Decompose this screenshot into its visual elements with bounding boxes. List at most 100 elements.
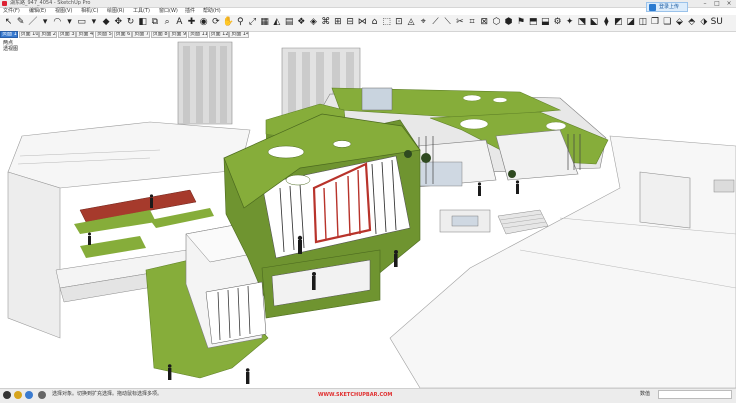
scene-tab[interactable]: 页面 8	[150, 31, 169, 38]
measurements-input[interactable]	[658, 390, 732, 399]
tool-plugin-button[interactable]: ⟍	[442, 17, 453, 28]
tool-plugin-button[interactable]: ⊡	[393, 17, 404, 28]
geo-location-icon[interactable]	[3, 391, 11, 399]
tool-plugin-button[interactable]: ◫	[637, 17, 648, 28]
tool-paint-button[interactable]: ◉	[198, 17, 209, 28]
tool-plugin-button[interactable]: ✦	[564, 17, 575, 28]
credits-icon[interactable]	[14, 391, 22, 399]
tool-plugin-button[interactable]: ⌘	[320, 17, 331, 28]
plugin-icon: ⚙	[553, 17, 562, 27]
tool-plugin-button[interactable]: ⬙	[674, 17, 685, 28]
tool-dropdown-button[interactable]: ▾	[64, 17, 75, 28]
scene-tab[interactable]: 页面 9	[169, 31, 188, 38]
scene-tab[interactable]: 页面 12	[208, 31, 229, 38]
tool-plugin-button[interactable]: ⬚	[381, 17, 392, 28]
tool-plugin-button[interactable]: ⊞	[332, 17, 343, 28]
tool-line-button[interactable]: ／	[27, 17, 38, 28]
tool-plugin-button[interactable]: ⧫	[601, 17, 612, 28]
tool-plugin-button[interactable]: ❐	[650, 17, 661, 28]
tool-plugin-button[interactable]: ⌖	[418, 17, 429, 28]
tool-plugin-button[interactable]: ⬗	[698, 17, 709, 28]
tool-tape-button[interactable]: ⌕	[162, 17, 173, 28]
tool-plugin-button[interactable]: ⟋	[430, 17, 441, 28]
tool-plugin-button[interactable]: ⬔	[576, 17, 587, 28]
scene-tab[interactable]: 页面 11	[188, 31, 208, 38]
tool-plugin-button[interactable]: ◩	[613, 17, 624, 28]
tool-plugin-button[interactable]: ⚙	[552, 17, 563, 28]
tool-offset-button[interactable]: ⧉	[149, 17, 160, 28]
plugin-icon: ⌂	[371, 17, 378, 27]
tool-plugin-button[interactable]: ⬒	[528, 17, 539, 28]
tool-select-button[interactable]: ↖	[3, 17, 14, 28]
menu-help[interactable]: 帮助(H)	[203, 8, 221, 15]
tool-plugin-button[interactable]: ⬓	[540, 17, 551, 28]
plugin-icon: ❐	[651, 17, 660, 27]
menu-window[interactable]: 窗口(W)	[159, 8, 178, 15]
tool-plugin-button[interactable]: ◈	[308, 17, 319, 28]
scene-tab[interactable]: 页面 14	[229, 31, 250, 38]
scene-tab[interactable]: 页面 6	[113, 31, 132, 38]
close-button[interactable]: ×	[724, 1, 734, 7]
tool-plugin-button[interactable]: ✂	[454, 17, 465, 28]
minimize-button[interactable]: –	[700, 1, 710, 7]
menu-edit[interactable]: 编辑(E)	[29, 8, 46, 15]
tool-sandbox-button[interactable]: ▤	[284, 17, 295, 28]
menu-camera[interactable]: 相机(C)	[81, 8, 98, 15]
tool-plugin-button[interactable]: ◪	[625, 17, 636, 28]
tool-scale-button[interactable]: ◧	[137, 17, 148, 28]
tool-pan-button[interactable]: ✋	[223, 17, 234, 28]
menu-view[interactable]: 视图(V)	[55, 8, 72, 15]
tool-pencil-button[interactable]: ✎	[15, 17, 26, 28]
tool-plugin-button[interactable]: ❑	[662, 17, 673, 28]
tool-rotate-button[interactable]: ↻	[125, 17, 136, 28]
tool-plugin-button[interactable]: SU	[711, 17, 723, 28]
main-toolbar: ↖ ✎ ／ ▾ ◠ ▾ ▭ ▾ ◆ ✥ ↻ ◧ ⧉ ⌕ A ✚ ◉ ⟳ ✋ ⚲ ⤢ ▦ ◭ ▤ ❖ ◈ ⌘ ⊞ ⊟ ⋈ ⌂ ⬚ ⊡ ◬ ⌖ ⟋ ⟍ ✂ ⌗ ⊠…	[0, 15, 736, 32]
maximize-button[interactable]: □	[712, 1, 722, 7]
menu-tools[interactable]: 工具(T)	[133, 8, 150, 15]
tool-axes-button[interactable]: ✚	[186, 17, 197, 28]
tool-dropdown-button[interactable]: ▾	[40, 17, 51, 28]
scene-tab[interactable]: 页面 10	[18, 31, 39, 38]
tool-push-pull-button[interactable]: ◆	[101, 17, 112, 28]
tool-plugin-button[interactable]: ⬘	[686, 17, 697, 28]
plugin-icon: ⬕	[589, 17, 599, 27]
scene-tab[interactable]: 页面 2	[39, 31, 58, 38]
tool-zoom-button[interactable]: ⚲	[235, 17, 246, 28]
text-icon: A	[176, 17, 183, 27]
tool-zoom-extents-button[interactable]: ⤢	[247, 17, 258, 28]
tool-plugin-button[interactable]: ⋈	[357, 17, 368, 28]
login-upload-button[interactable]: 登录上传	[646, 2, 688, 12]
scene-tab[interactable]: 页面 7	[132, 31, 151, 38]
plugin-icon: ◪	[626, 17, 635, 27]
menu-plugins[interactable]: 插件	[185, 8, 195, 15]
tool-plugin-button[interactable]: ⬡	[491, 17, 502, 28]
tool-plugin-button[interactable]: ⌗	[467, 17, 478, 28]
scene-tab[interactable]: 页面 1	[0, 31, 18, 38]
tool-components-button[interactable]: ❖	[296, 17, 307, 28]
tool-dropdown-button[interactable]: ▾	[88, 17, 99, 28]
tool-plugin-button[interactable]: ◬	[406, 17, 417, 28]
tool-plugin-button[interactable]: ⬢	[503, 17, 514, 28]
tool-plugin-button[interactable]: ⊠	[479, 17, 490, 28]
scene-tab[interactable]: 页面 4	[76, 31, 95, 38]
tool-section-button[interactable]: ◭	[271, 17, 282, 28]
tool-arc-button[interactable]: ◠	[52, 17, 63, 28]
login-upload-label: 登录上传	[659, 4, 680, 10]
instructor-icon[interactable]	[38, 391, 46, 399]
scene-tab[interactable]: 页面 5	[95, 31, 113, 38]
tool-shape-button[interactable]: ▭	[76, 17, 87, 28]
model-viewport[interactable]: 两点 透视图 zhulong zhulong	[0, 38, 736, 388]
tool-orbit-button[interactable]: ⟳	[210, 17, 221, 28]
sign-in-icon[interactable]	[25, 391, 33, 399]
scene-tab[interactable]: 页面 3	[57, 31, 76, 38]
tool-text-button[interactable]: A	[174, 17, 185, 28]
tool-move-button[interactable]: ✥	[113, 17, 124, 28]
tool-plugin-button[interactable]: ⊟	[345, 17, 356, 28]
tool-plugin-button[interactable]: ⌂	[369, 17, 380, 28]
pencil-icon: ✎	[16, 17, 25, 27]
menu-file[interactable]: 文件(F)	[3, 8, 20, 15]
tool-plugin-button[interactable]: ⚑	[515, 17, 526, 28]
tool-plugin-button[interactable]: ⬕	[589, 17, 600, 28]
menu-draw[interactable]: 绘图(R)	[107, 8, 124, 15]
tool-styles-button[interactable]: ▦	[259, 17, 270, 28]
